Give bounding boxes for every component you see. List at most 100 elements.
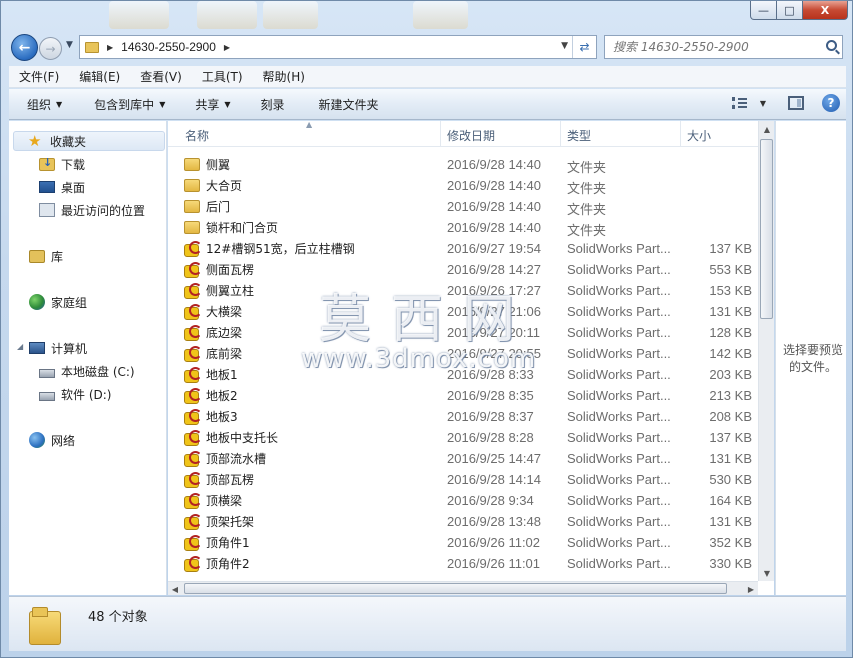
folder-icon [184,200,200,213]
column-divider[interactable] [680,121,681,147]
file-row[interactable]: 顶架托架 2016/9/28 13:48 SolidWorks Part... 131… [168,511,758,532]
solidworks-part-icon [184,493,202,509]
file-row[interactable]: 侧翼 2016/9/28 14:40 文件夹 [168,154,758,175]
change-view-icon[interactable] [731,97,748,109]
help-icon[interactable]: ? [822,94,840,112]
address-history-dropdown[interactable]: ▼ [561,41,568,51]
file-name: 地板1 [206,368,238,382]
file-name: 大横梁 [206,305,243,319]
nav-downloads-label: 下载 [61,157,86,172]
search-input[interactable] [613,40,818,54]
organize-button[interactable]: 组织 ▼ [18,96,71,113]
column-date[interactable]: 修改日期 [447,127,495,144]
breadcrumb-chevron-icon[interactable]: ▶ [224,43,230,52]
nav-favorites[interactable]: ★ 收藏夹 [13,131,165,151]
nav-desktop[interactable]: 桌面 [39,177,85,197]
star-icon: ★ [28,132,42,150]
share-button[interactable]: 共享 ▼ [186,96,239,113]
file-size: 128 KB [709,325,752,340]
close-button[interactable]: X [803,1,848,20]
menu-tools[interactable]: 工具(T) [192,68,253,85]
scroll-up-button[interactable]: ▲ [759,121,775,137]
file-size: 131 KB [709,304,752,319]
file-row[interactable]: 地板2 2016/9/28 8:35 SolidWorks Part... 213 K… [168,385,758,406]
desktop-icon [39,181,55,193]
file-row[interactable]: 顶角件1 2016/9/26 11:02 SolidWorks Part... 352… [168,532,758,553]
file-row[interactable]: 顶横梁 2016/9/28 9:34 SolidWorks Part... 164 K… [168,490,758,511]
folder-icon [184,179,200,192]
file-size: 530 KB [709,472,752,487]
file-date: 2016/9/28 14:14 [447,472,541,487]
file-date: 2016/9/25 14:47 [447,451,541,466]
nav-homegroup[interactable]: 家庭组 [29,292,87,312]
file-row[interactable]: 地板中支托长 2016/9/28 8:28 SolidWorks Part... 13… [168,427,758,448]
library-icon [29,249,45,263]
nav-computer[interactable]: 计算机 [29,338,87,358]
burn-button[interactable]: 刻录 [252,96,294,113]
minimize-button[interactable]: — [750,1,777,20]
search-box[interactable] [604,35,843,59]
view-options-dropdown[interactable]: ▼ [760,99,766,108]
scroll-right-button[interactable]: ▶ [744,582,758,596]
hard-disk-icon [39,368,55,378]
forward-button[interactable]: → [39,37,62,60]
file-name: 侧面瓦楞 [206,263,255,277]
file-row[interactable]: 顶部流水槽 2016/9/25 14:47 SolidWorks Part... 13… [168,448,758,469]
column-type[interactable]: 类型 [567,127,591,144]
nav-libraries[interactable]: 库 [29,246,63,266]
file-row[interactable]: 大合页 2016/9/28 14:40 文件夹 [168,175,758,196]
column-size[interactable]: 大小 [687,127,711,144]
maximize-button[interactable]: □ [777,1,803,20]
refresh-button[interactable]: ⇄ [572,36,596,58]
folder-icon [184,221,200,234]
menu-view[interactable]: 查看(V) [130,68,192,85]
include-in-library-button[interactable]: 包含到库中 ▼ [85,96,174,113]
menu-edit[interactable]: 编辑(E) [69,68,130,85]
file-type: SolidWorks Part... [567,451,671,466]
file-row[interactable]: 顶角件2 2016/9/26 11:01 SolidWorks Part... 330… [168,553,758,574]
file-date: 2016/9/27 19:54 [447,241,541,256]
scroll-left-button[interactable]: ◀ [168,582,182,596]
file-date: 2016/9/28 14:40 [447,199,541,214]
file-date: 2016/9/28 8:35 [447,388,534,403]
column-divider[interactable] [560,121,561,147]
file-row[interactable]: 地板3 2016/9/28 8:37 SolidWorks Part... 208 K… [168,406,758,427]
file-type: SolidWorks Part... [567,409,671,424]
nav-software-disk-d[interactable]: 软件 (D:) [39,384,111,404]
nav-network[interactable]: 网络 [29,430,75,450]
nav-downloads[interactable]: 下载 [39,154,85,174]
computer-icon [29,342,45,354]
horizontal-scrollbar[interactable]: ◀ ▶ [168,581,758,595]
nav-homegroup-label: 家庭组 [51,295,88,310]
preview-pane-icon[interactable] [788,96,804,110]
file-type: SolidWorks Part... [567,535,671,550]
back-button[interactable]: ← [11,34,38,61]
scroll-down-button[interactable]: ▼ [759,565,775,581]
column-divider[interactable] [440,121,441,147]
organize-label: 组织 [27,97,52,112]
breadcrumb-chevron-icon[interactable]: ▶ [107,43,113,52]
breadcrumb-current[interactable]: 14630-2550-2900 [121,40,216,54]
file-size: 164 KB [709,493,752,508]
file-row[interactable]: 12#槽钢51宽，后立柱槽钢 2016/9/27 19:54 SolidWorks … [168,238,758,259]
recent-pages-dropdown[interactable]: ▼ [66,40,73,50]
horizontal-scroll-thumb[interactable] [184,583,727,594]
nav-local-disk-c[interactable]: 本地磁盘 (C:) [39,361,135,381]
address-bar[interactable]: ▶ 14630-2550-2900 ▶ ▼ ⇄ [79,35,597,59]
search-icon[interactable] [826,40,837,51]
file-row[interactable]: 后门 2016/9/28 14:40 文件夹 [168,196,758,217]
vertical-scrollbar[interactable]: ▲ ▼ [758,121,774,581]
new-folder-button[interactable]: 新建文件夹 [310,96,388,113]
file-date: 2016/9/28 14:40 [447,157,541,172]
file-row[interactable]: 顶部瓦楞 2016/9/28 14:14 SolidWorks Part... 530… [168,469,758,490]
vertical-scroll-thumb[interactable] [760,139,773,319]
menu-file[interactable]: 文件(F) [9,68,69,85]
file-row[interactable]: 锁杆和门合页 2016/9/28 14:40 文件夹 [168,217,758,238]
file-type: SolidWorks Part... [567,325,671,340]
expand-triangle-icon[interactable]: ◢ [17,342,23,351]
nav-recent-places[interactable]: 最近访问的位置 [39,200,145,220]
file-name: 地板中支托长 [206,431,279,445]
folder-icon [184,158,200,171]
column-name[interactable]: 名称 [185,127,209,144]
menu-help[interactable]: 帮助(H) [253,68,315,85]
